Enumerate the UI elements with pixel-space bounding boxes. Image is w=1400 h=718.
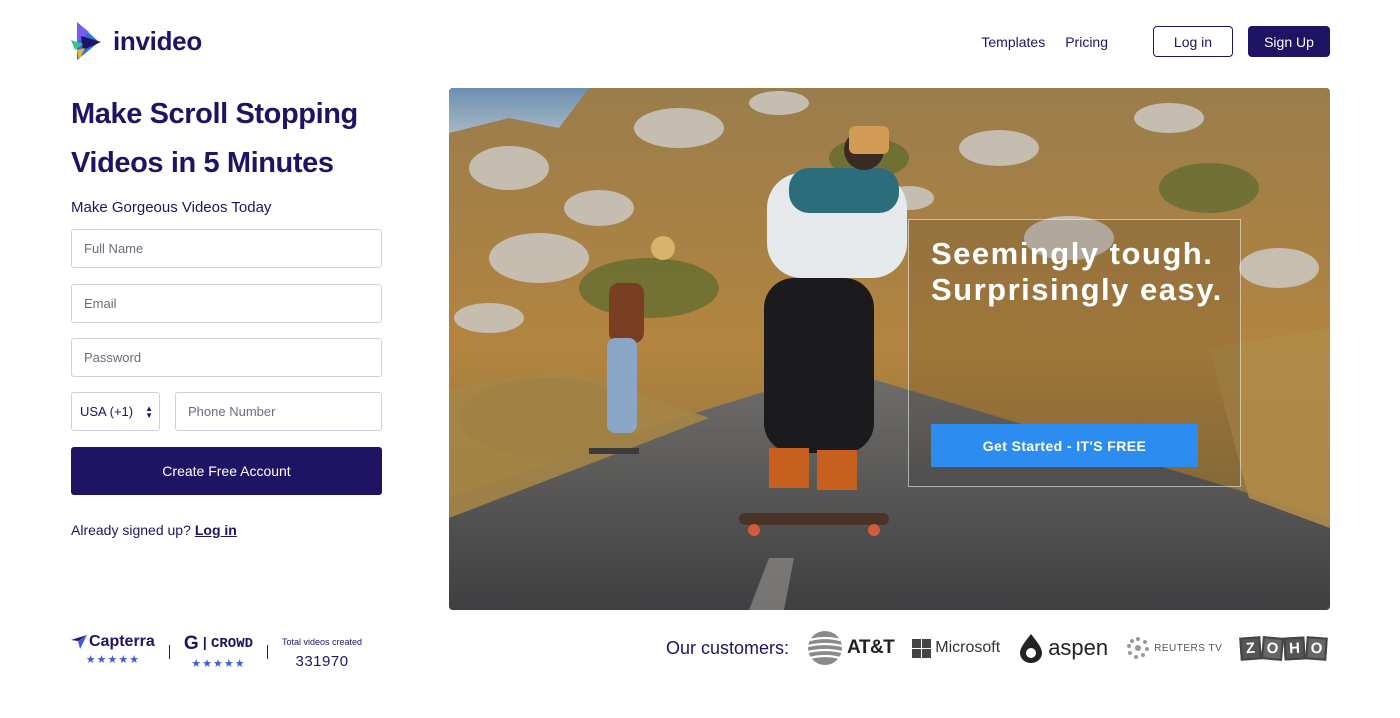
g2crowd-name: CROWD (211, 636, 254, 652)
g2crowd-stars: ★★★★★ (191, 658, 246, 670)
phone-number-input[interactable] (175, 392, 382, 431)
aspen-drop-icon (1020, 634, 1043, 663)
already-signed-up: Already signed up? Log in (71, 522, 237, 538)
microsoft-logo: Microsoft (912, 638, 1001, 658)
invideo-logo[interactable]: invideo (71, 20, 202, 62)
total-videos-count: 331970 (295, 653, 349, 670)
hero-tagline: Seemingly tough. Surprisingly easy. (931, 236, 1223, 307)
capterra-stars: ★★★★★ (85, 654, 141, 666)
login-link[interactable]: Log in (195, 522, 237, 538)
aspen-name: aspen (1048, 635, 1109, 660)
reuters-logo: REUTERS TV (1126, 636, 1222, 660)
att-globe-icon (807, 631, 843, 665)
get-started-button[interactable]: Get Started - IT'S FREE (931, 424, 1198, 467)
country-code-value: USA (+1) (80, 404, 134, 419)
customers-strip: Our customers: AT&T Microsoft aspen REUT… (666, 628, 1329, 668)
nav-pricing-link[interactable]: Pricing (1065, 34, 1108, 50)
nav-templates-link[interactable]: Templates (981, 34, 1045, 50)
full-name-input[interactable] (71, 229, 382, 268)
g2-divider-icon: | (200, 636, 209, 652)
badge-divider (267, 645, 269, 659)
zoho-letter: O (1305, 635, 1329, 661)
zoho-logo: Z O H O (1239, 635, 1329, 661)
total-videos: Total videos created 331970 (282, 633, 362, 670)
g2-logo-icon: G (183, 633, 199, 654)
password-input[interactable] (71, 338, 382, 377)
g2crowd-badge: G | CROWD ★★★★★ (184, 633, 253, 670)
reuters-name: REUTERS TV (1154, 642, 1223, 654)
login-button[interactable]: Log in (1153, 26, 1233, 57)
aspen-logo: aspen (1018, 633, 1108, 663)
zoho-letter: Z (1239, 635, 1263, 661)
att-name: AT&T (847, 637, 895, 658)
top-nav: Templates Pricing Log in Sign Up (981, 26, 1330, 57)
zoho-letter: H (1283, 635, 1306, 661)
invideo-logo-icon (71, 22, 101, 60)
zoho-letter: O (1261, 635, 1285, 661)
capterra-logo-icon (71, 635, 87, 649)
microsoft-windows-icon (912, 638, 932, 658)
att-logo: AT&T (807, 630, 895, 666)
review-badges: Capterra ★★★★★ G | CROWD ★★★★★ Total vid… (71, 633, 362, 670)
form-subheading: Make Gorgeous Videos Today (71, 199, 272, 216)
select-arrows-icon: ▲ ▼ (145, 404, 153, 420)
capterra-name: Capterra (89, 633, 155, 650)
badge-divider (168, 645, 170, 659)
brand-name: invideo (113, 25, 202, 56)
microsoft-name: Microsoft (935, 639, 1001, 656)
reuters-dots-icon (1127, 637, 1150, 659)
create-account-button[interactable]: Create Free Account (71, 447, 382, 495)
country-code-select[interactable]: USA (+1) ▲ ▼ (71, 392, 160, 431)
total-videos-label: Total videos created (282, 637, 363, 647)
email-input[interactable] (71, 284, 382, 323)
already-signed-up-text: Already signed up? (71, 522, 191, 538)
customers-label: Our customers: (666, 637, 790, 658)
page-headline: Make Scroll Stopping Videos in 5 Minutes (71, 98, 358, 179)
hero-image: Seemingly tough. Surprisingly easy. Get … (449, 88, 1330, 610)
capterra-badge: Capterra ★★★★★ (71, 633, 155, 666)
signup-button[interactable]: Sign Up (1248, 26, 1330, 57)
hero-overlay-box: Seemingly tough. Surprisingly easy. Get … (908, 219, 1241, 487)
